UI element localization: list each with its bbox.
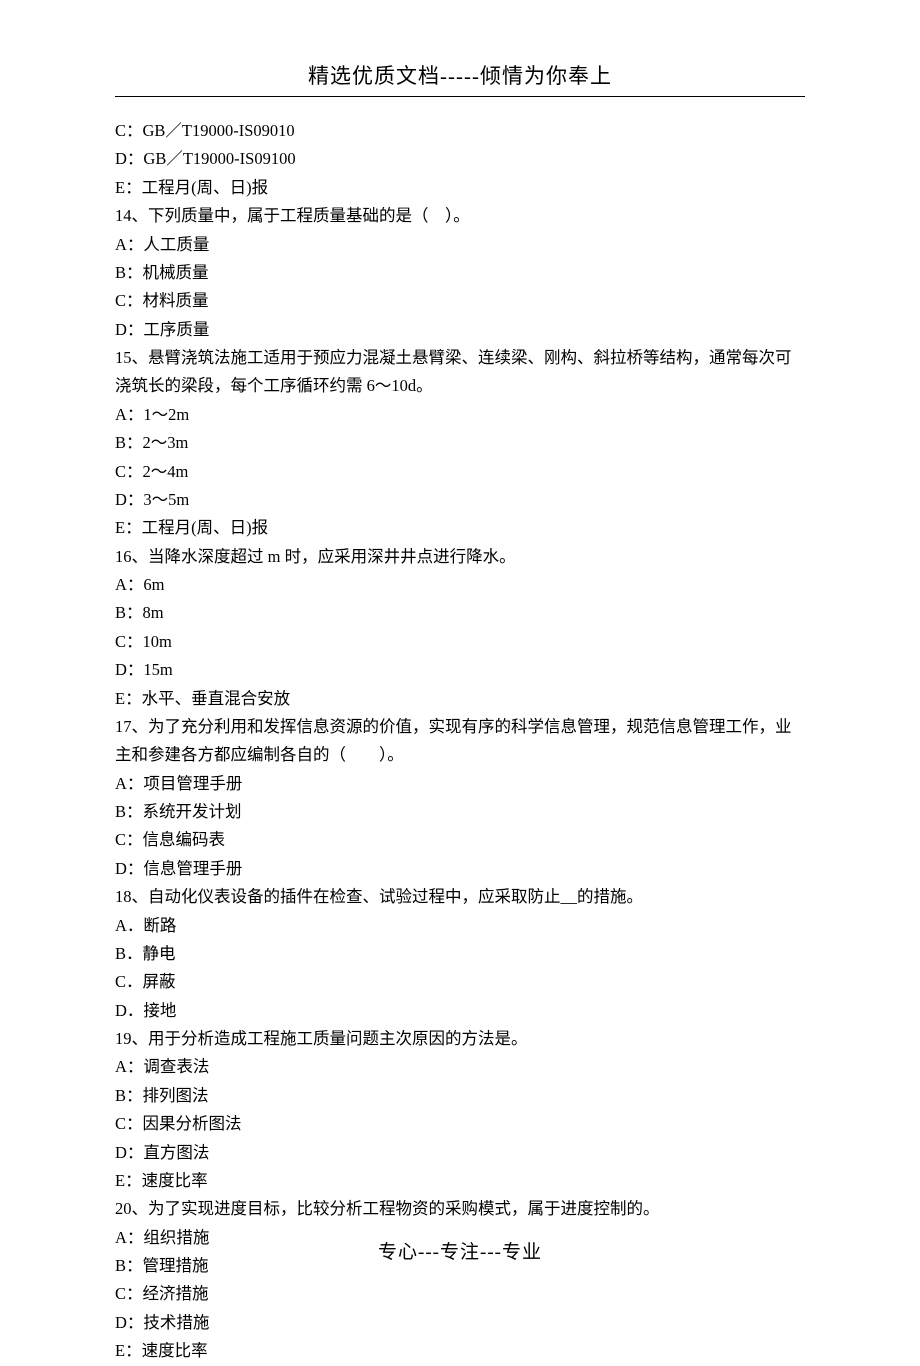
question-text: 15、悬臂浇筑法施工适用于预应力混凝土悬臂梁、连续梁、刚构、斜拉桥等结构，通常每… <box>115 344 805 401</box>
option-text: B：排列图法 <box>115 1082 805 1110</box>
option-text: B：机械质量 <box>115 259 805 287</box>
option-text: E：速度比率 <box>115 1167 805 1195</box>
option-text: E：工程月(周、日)报 <box>115 514 805 542</box>
option-text: A：项目管理手册 <box>115 770 805 798</box>
option-text: A：6m <box>115 571 805 599</box>
question-text: 19、用于分析造成工程施工质量问题主次原因的方法是。 <box>115 1025 805 1053</box>
option-text: D：15m <box>115 656 805 684</box>
option-text: D：直方图法 <box>115 1139 805 1167</box>
option-text: B：8m <box>115 599 805 627</box>
option-text: C：10m <box>115 628 805 656</box>
option-text: D：GB／T19000-IS09100 <box>115 145 805 173</box>
option-text: D：信息管理手册 <box>115 855 805 883</box>
option-text: A：1～2m <box>115 401 805 429</box>
option-text: D：工序质量 <box>115 316 805 344</box>
option-text: D：3～5m <box>115 486 805 514</box>
document-content: C：GB／T19000-IS09010 D：GB／T19000-IS09100 … <box>115 117 805 1366</box>
option-text: A．断路 <box>115 912 805 940</box>
page-footer: 专心---专注---专业 <box>0 1237 920 1264</box>
option-text: C：GB／T19000-IS09010 <box>115 117 805 145</box>
option-text: B：2～3m <box>115 429 805 457</box>
option-text: C：因果分析图法 <box>115 1110 805 1138</box>
page-header: 精选优质文档-----倾情为你奉上 <box>115 60 805 97</box>
question-text: 16、当降水深度超过 m 时，应采用深井井点进行降水。 <box>115 543 805 571</box>
option-text: C：经济措施 <box>115 1280 805 1308</box>
question-text: 20、为了实现进度目标，比较分析工程物资的采购模式，属于进度控制的。 <box>115 1195 805 1223</box>
option-text: C．屏蔽 <box>115 968 805 996</box>
option-text: E：水平、垂直混合安放 <box>115 685 805 713</box>
option-text: B．静电 <box>115 940 805 968</box>
option-text: C：材料质量 <box>115 287 805 315</box>
question-text: 18、自动化仪表设备的插件在检查、试验过程中，应采取防止__的措施。 <box>115 883 805 911</box>
option-text: D：技术措施 <box>115 1309 805 1337</box>
option-text: A：人工质量 <box>115 231 805 259</box>
option-text: C：2～4m <box>115 458 805 486</box>
option-text: B：系统开发计划 <box>115 798 805 826</box>
option-text: A：调查表法 <box>115 1053 805 1081</box>
question-text: 17、为了充分利用和发挥信息资源的价值，实现有序的科学信息管理，规范信息管理工作… <box>115 713 805 770</box>
option-text: D．接地 <box>115 997 805 1025</box>
option-text: E：工程月(周、日)报 <box>115 174 805 202</box>
option-text: E：速度比率 <box>115 1337 805 1365</box>
question-text: 14、下列质量中，属于工程质量基础的是（ ）。 <box>115 202 805 230</box>
option-text: C：信息编码表 <box>115 826 805 854</box>
